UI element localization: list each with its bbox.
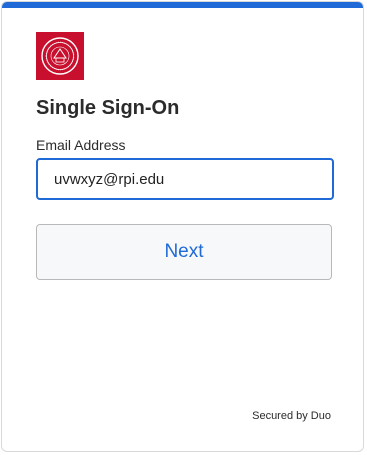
rpi-seal-logo [36,32,84,80]
top-accent-bar [2,2,363,8]
email-field-label: Email Address [36,137,126,153]
seal-icon [41,37,79,75]
login-card: Single Sign-On Email Address Next Secure… [1,1,364,452]
next-button[interactable]: Next [36,224,332,280]
email-field[interactable] [36,158,334,200]
page-title: Single Sign-On [36,97,180,119]
secured-by-duo-text: Secured by Duo [252,410,331,422]
